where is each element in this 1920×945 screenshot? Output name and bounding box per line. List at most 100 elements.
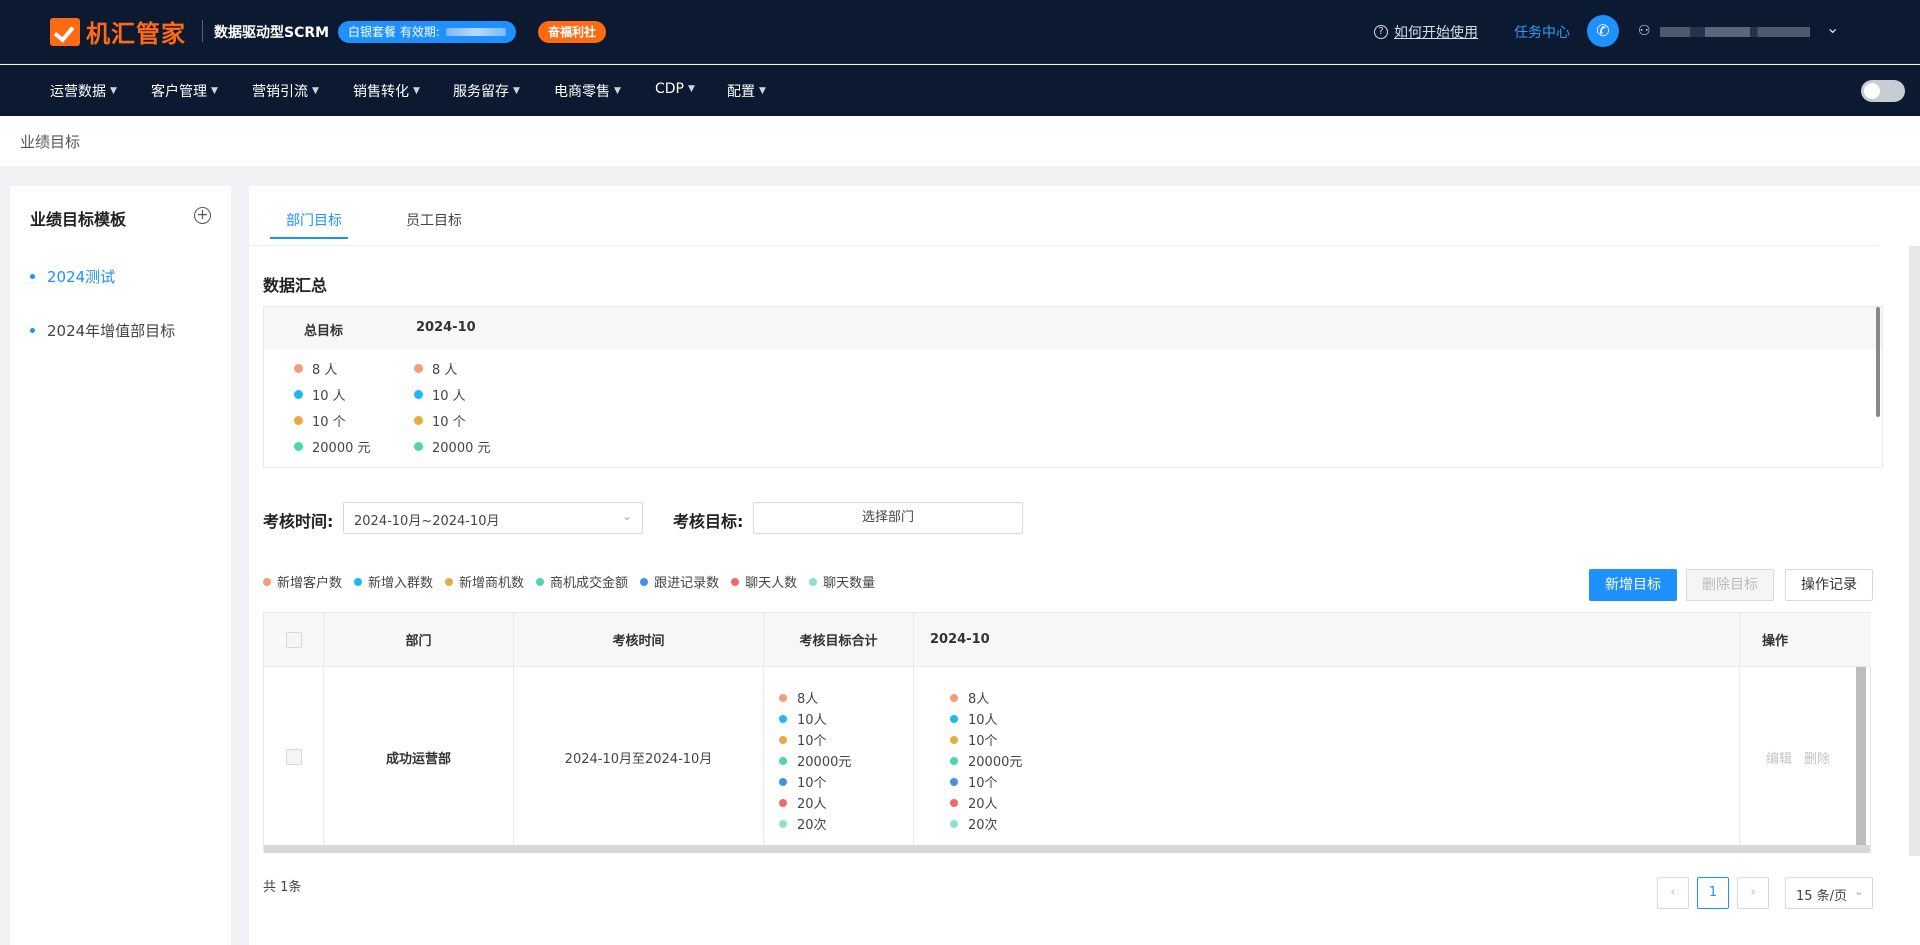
month-values: 8人 10人 10个 20000元 10个 20人 20次	[950, 687, 1022, 834]
phone-icon[interactable]: ✆	[1587, 15, 1619, 47]
time-range-select[interactable]: 2024-10月~2024-10月 ⌄	[343, 502, 643, 534]
nav-item-sales[interactable]: 销售转化 ▼	[353, 81, 420, 101]
theme-toggle[interactable]	[1861, 80, 1905, 102]
dot-icon	[950, 735, 958, 744]
summary-row: 10 人	[294, 385, 346, 404]
summary-row: 20000 元	[414, 437, 491, 456]
dot-icon	[779, 756, 787, 765]
sidebar-item-2024-value-added[interactable]: 2024年增值部目标	[30, 320, 175, 341]
dot-icon	[950, 693, 958, 702]
legend-item: 新增客户数	[263, 572, 342, 591]
chevron-down-icon: ⌄	[621, 509, 632, 523]
nav-item-customers[interactable]: 客户管理 ▼	[151, 81, 218, 101]
month-cell: 8人 10人 10个 20000元 10个 20人 20次	[914, 667, 1740, 847]
time-cell: 2024-10月至2024-10月	[514, 667, 764, 847]
time-filter-label: 考核时间:	[263, 512, 334, 531]
select-all-checkbox[interactable]	[285, 631, 302, 648]
task-center-link[interactable]: 任务中心	[1514, 22, 1570, 42]
dot-icon	[950, 756, 958, 765]
dot-icon	[294, 390, 303, 399]
target-filter-label: 考核目标:	[673, 512, 744, 531]
user-icon: ⚇	[1638, 23, 1651, 39]
dot-icon	[640, 577, 649, 586]
tab-employee-goal[interactable]: 员工目标	[406, 210, 462, 230]
summary-header: 总目标 2024-10	[264, 307, 1882, 349]
column-header-time: 考核时间	[514, 613, 764, 667]
package-expiry-redacted	[445, 28, 506, 36]
nav-item-marketing[interactable]: 营销引流 ▼	[252, 81, 319, 101]
dot-icon	[779, 777, 787, 786]
sidebar-title: 业绩目标模板	[30, 210, 127, 229]
nav-item-operations[interactable]: 运营数据 ▼	[50, 81, 117, 101]
dot-icon	[414, 442, 423, 451]
total-values: 8人 10人 10个 20000元 10个 20人 20次	[779, 687, 851, 834]
nav-item-settings[interactable]: 配置 ▼	[727, 81, 766, 101]
header-checkbox-cell	[264, 613, 324, 667]
page-size-select[interactable]: 15 条/页 ⌄	[1785, 877, 1873, 909]
department-select[interactable]: 选择部门	[753, 502, 1023, 534]
logo[interactable]: 机汇管家	[50, 14, 186, 49]
edit-link[interactable]: 编辑	[1766, 748, 1792, 767]
bullet-icon	[30, 328, 35, 333]
dot-icon	[414, 364, 423, 373]
goal-table: 部门 考核时间 考核目标合计 2024-10 操作 成功运营部 2024-10月…	[263, 612, 1871, 853]
dot-icon	[731, 577, 740, 586]
dot-icon	[809, 577, 818, 586]
delete-goal-button[interactable]: 删除目标	[1686, 569, 1774, 601]
chevron-down-icon: ▼	[312, 86, 319, 96]
summary-row: 20000 元	[294, 437, 371, 456]
summary-row: 10 个	[414, 411, 466, 430]
question-icon: ?	[1374, 25, 1388, 39]
prev-page-button[interactable]: ‹	[1657, 877, 1689, 909]
sidebar-item-2024-test[interactable]: 2024测试	[30, 266, 115, 287]
chevron-down-icon: ▼	[688, 84, 695, 94]
add-goal-button[interactable]: 新增目标	[1589, 569, 1677, 601]
user-name-redacted[interactable]	[1660, 27, 1810, 37]
dot-icon	[536, 577, 545, 586]
dot-icon	[779, 735, 787, 744]
chevron-down-icon: ▼	[413, 86, 420, 96]
legend-item: 商机成交金额	[536, 572, 628, 591]
summary-row: 8 人	[294, 359, 337, 378]
ops-cell: 编辑 删除	[1740, 667, 1856, 847]
scrollbar[interactable]	[1909, 246, 1920, 856]
scrollbar[interactable]	[1876, 307, 1880, 417]
dot-icon	[950, 777, 958, 786]
legend-item: 聊天人数	[731, 572, 797, 591]
metric-legend: 新增客户数 新增入群数 新增商机数 商机成交金额 跟进记录数 聊天人数 聊天数量	[263, 572, 887, 591]
package-badge[interactable]: 白银套餐 有效期:	[338, 21, 516, 43]
bullet-icon	[30, 274, 35, 279]
delete-link[interactable]: 删除	[1804, 748, 1830, 767]
dot-icon	[779, 819, 787, 828]
logo-divider	[202, 20, 203, 42]
page-1-button[interactable]: 1	[1697, 877, 1729, 909]
help-link[interactable]: ? 如何开始使用	[1374, 22, 1478, 42]
summary-col-month: 2024-10	[416, 320, 476, 335]
help-label: 如何开始使用	[1394, 25, 1478, 41]
chevron-down-icon: ▼	[759, 86, 766, 96]
column-header-dept: 部门	[324, 613, 514, 667]
add-template-icon[interactable]: +	[194, 207, 211, 224]
scrollbar[interactable]	[1856, 667, 1866, 845]
dot-icon	[445, 577, 454, 586]
nav-item-ecommerce[interactable]: 电商零售 ▼	[554, 81, 621, 101]
legend-item: 聊天数量	[809, 572, 875, 591]
top-bar: 机汇管家 数据驱动型SCRM 白银套餐 有效期: 奋福利社 ? 如何开始使用 任…	[0, 0, 1920, 64]
nav-item-cdp[interactable]: CDP ▼	[655, 81, 695, 97]
dot-icon	[779, 714, 787, 723]
chevron-down-icon: ▼	[110, 86, 117, 96]
summary-title: 数据汇总	[263, 276, 328, 295]
nav-item-service[interactable]: 服务留存 ▼	[453, 81, 520, 101]
dot-icon	[294, 416, 303, 425]
row-checkbox-cell	[264, 667, 324, 847]
welfare-badge[interactable]: 奋福利社	[538, 21, 607, 43]
chevron-down-icon[interactable]: ⌄	[1826, 18, 1839, 37]
tab-active-indicator	[270, 237, 348, 239]
total-count: 共 1条	[263, 880, 302, 895]
tab-department-goal[interactable]: 部门目标	[286, 210, 342, 230]
next-page-button[interactable]: ›	[1737, 877, 1769, 909]
scrollbar[interactable]	[264, 845, 1870, 853]
row-checkbox[interactable]	[285, 749, 302, 765]
dot-icon	[779, 798, 787, 807]
operation-log-button[interactable]: 操作记录	[1785, 569, 1873, 601]
